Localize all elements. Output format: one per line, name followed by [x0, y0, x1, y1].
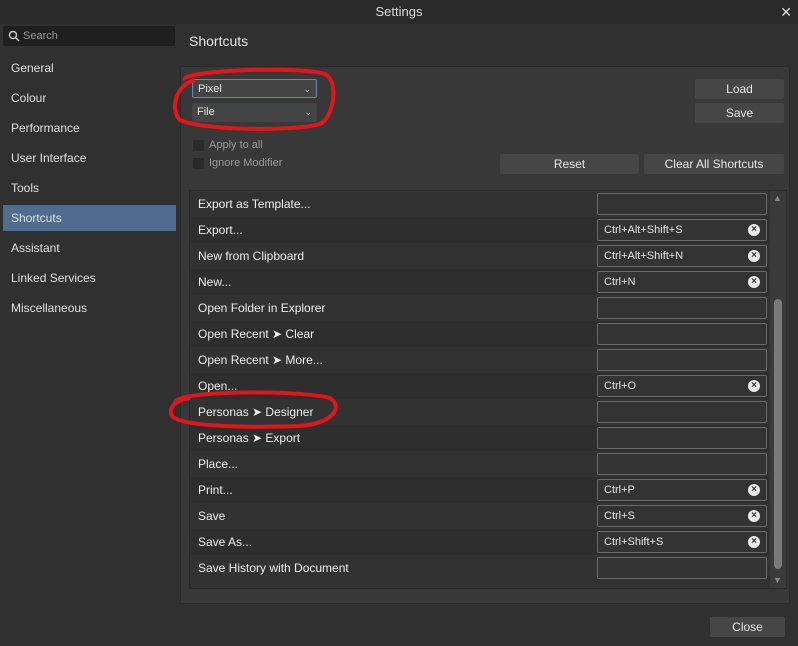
sidebar-item-tools[interactable]: Tools [3, 175, 176, 201]
clear-shortcut-icon[interactable]: × [748, 224, 760, 236]
table-row[interactable]: Open Recent ➤ More... [190, 347, 769, 373]
shortcut-value: Ctrl+Alt+Shift+S [604, 224, 683, 236]
shortcut-field[interactable] [597, 557, 767, 579]
command-name: New... [198, 275, 232, 289]
command-name: Save History with Document [198, 561, 349, 575]
ignore-modifier-checkbox[interactable] [193, 158, 204, 169]
clear-shortcut-icon[interactable]: × [748, 536, 760, 548]
shortcut-field[interactable]: Ctrl+N × [597, 271, 767, 293]
clear-shortcut-icon[interactable]: × [748, 510, 760, 522]
shortcut-value: Ctrl+P [604, 484, 635, 496]
shortcut-field[interactable] [597, 349, 767, 371]
page-title: Shortcuts [189, 33, 249, 49]
sidebar-item-shortcuts[interactable]: Shortcuts [3, 205, 176, 231]
shortcut-value: Ctrl+S [604, 510, 635, 522]
command-name: Open Recent ➤ More... [198, 353, 323, 367]
command-name: Save As... [198, 535, 253, 549]
window-title: Settings [375, 4, 423, 19]
sidebar-item-assistant[interactable]: Assistant [3, 235, 176, 261]
scrollbar[interactable]: ▲ ▼ [770, 191, 786, 588]
shortcut-value: Ctrl+Shift+S [604, 536, 664, 548]
clear-shortcut-icon[interactable]: × [748, 276, 760, 288]
shortcut-field[interactable] [597, 193, 767, 215]
table-row[interactable]: New... Ctrl+N × [190, 269, 769, 295]
scroll-down-icon[interactable]: ▼ [773, 575, 782, 585]
shortcut-field[interactable] [597, 401, 767, 423]
shortcut-value: Ctrl+N [604, 276, 636, 288]
persona-select[interactable]: Pixel ⌄ [192, 79, 317, 98]
table-row[interactable]: Save Ctrl+S × [190, 503, 769, 529]
shortcut-field[interactable]: Ctrl+S × [597, 505, 767, 527]
sidebar-item-general[interactable]: General [3, 55, 176, 81]
shortcut-field[interactable] [597, 323, 767, 345]
search-icon [8, 30, 20, 42]
category-value: File [197, 106, 215, 118]
command-name: Print... [198, 483, 233, 497]
table-row[interactable]: Open... Ctrl+O × [190, 373, 769, 399]
table-row[interactable]: Save As... Ctrl+Shift+S × [190, 529, 769, 555]
clear-shortcut-icon[interactable]: × [748, 250, 760, 262]
table-row[interactable]: Export as Template... [190, 191, 769, 217]
persona-value: Pixel [198, 83, 222, 95]
load-button[interactable]: Load [695, 79, 784, 99]
shortcut-field[interactable] [597, 453, 767, 475]
shortcut-value: Ctrl+O [604, 380, 637, 392]
table-row[interactable]: Place... [190, 451, 769, 477]
shortcut-field[interactable]: Ctrl+Alt+Shift+S × [597, 219, 767, 241]
ignore-modifier-label: Ignore Modifier [209, 157, 283, 169]
sidebar-item-linked-services[interactable]: Linked Services [3, 265, 176, 291]
shortcut-field[interactable]: Ctrl+Alt+Shift+N × [597, 245, 767, 267]
command-name: Place... [198, 457, 239, 471]
category-select[interactable]: File ⌄ [192, 103, 317, 122]
search-placeholder: Search [23, 30, 58, 42]
command-name: Open Folder in Explorer [198, 301, 326, 315]
shortcuts-panel: Pixel ⌄ File ⌄ Load Save Apply to all Igno… [180, 66, 790, 604]
apply-to-all-checkbox[interactable] [193, 140, 204, 151]
close-button[interactable]: Close [710, 617, 785, 637]
command-name: Open... [198, 379, 238, 393]
command-name: Save [198, 509, 226, 523]
sidebar-item-miscellaneous[interactable]: Miscellaneous [3, 295, 176, 321]
chevron-down-icon: ⌄ [304, 107, 312, 117]
apply-to-all-label: Apply to all [209, 139, 263, 151]
scroll-up-icon[interactable]: ▲ [773, 193, 782, 203]
shortcut-value: Ctrl+Alt+Shift+N [604, 250, 684, 262]
table-row[interactable]: Save History with Document [190, 555, 769, 581]
scrollbar-thumb[interactable] [774, 299, 782, 569]
shortcut-field[interactable]: Ctrl+O × [597, 375, 767, 397]
shortcut-field[interactable]: Ctrl+P × [597, 479, 767, 501]
sidebar-item-performance[interactable]: Performance [3, 115, 176, 141]
close-icon[interactable]: ✕ [780, 0, 792, 24]
clear-shortcut-icon[interactable]: × [748, 380, 760, 392]
table-row[interactable]: New from Clipboard Ctrl+Alt+Shift+N × [190, 243, 769, 269]
command-name: Export... [198, 223, 243, 237]
table-row[interactable]: Export... Ctrl+Alt+Shift+S × [190, 217, 769, 243]
table-row[interactable]: Personas ➤ Export [190, 425, 769, 451]
sidebar-item-colour[interactable]: Colour [3, 85, 176, 111]
reset-button[interactable]: Reset [500, 154, 639, 174]
title-bar: Settings ✕ [0, 0, 798, 24]
sidebar: Search General Colour Performance User Inte… [0, 24, 180, 646]
table-row[interactable]: Personas ➤ Designer [190, 399, 769, 425]
command-name: Personas ➤ Designer [198, 405, 314, 419]
shortcut-field[interactable] [597, 427, 767, 449]
command-name: Open Recent ➤ Clear [198, 327, 315, 341]
clear-all-shortcuts-button[interactable]: Clear All Shortcuts [644, 154, 784, 174]
command-name: Export as Template... [198, 197, 311, 211]
shortcut-field[interactable]: Ctrl+Shift+S × [597, 531, 767, 553]
table-row[interactable]: Open Recent ➤ Clear [190, 321, 769, 347]
save-button[interactable]: Save [695, 103, 784, 123]
clear-shortcut-icon[interactable]: × [748, 484, 760, 496]
shortcut-field[interactable] [597, 297, 767, 319]
chevron-down-icon: ⌄ [303, 84, 311, 94]
sidebar-item-user-interface[interactable]: User Interface [3, 145, 176, 171]
table-row[interactable]: Print... Ctrl+P × [190, 477, 769, 503]
command-name: New from Clipboard [198, 249, 305, 263]
search-input[interactable]: Search [3, 26, 175, 46]
table-row[interactable]: Open Folder in Explorer [190, 295, 769, 321]
shortcuts-table: Export as Template... Export... Ctrl+Alt+S… [189, 190, 787, 589]
command-name: Personas ➤ Export [198, 431, 301, 445]
